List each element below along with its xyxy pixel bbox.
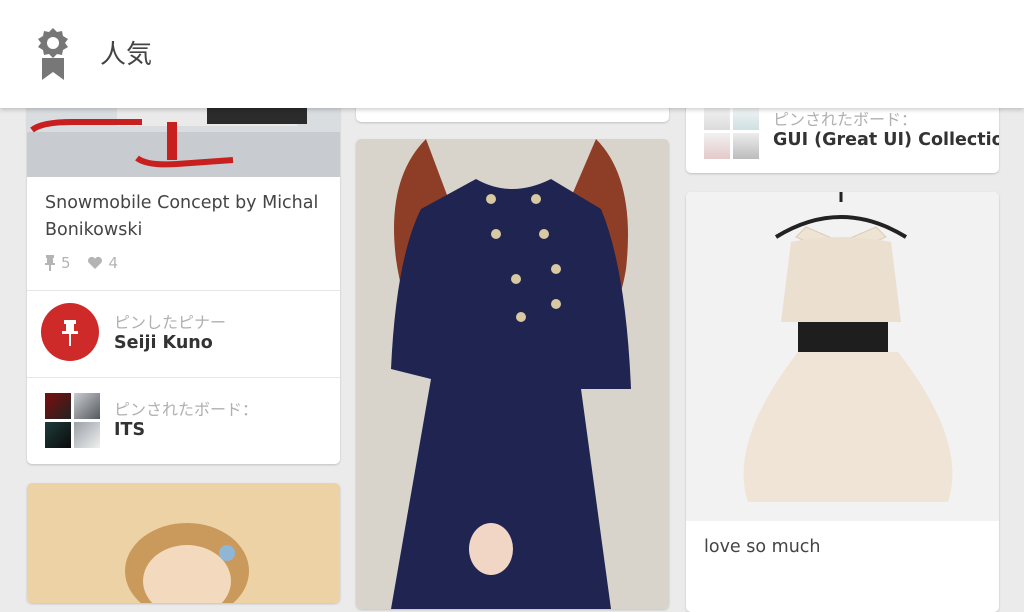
board-thumbnail bbox=[74, 422, 100, 448]
pin-stats: 5 4 bbox=[45, 254, 118, 272]
board-thumbnails[interactable] bbox=[704, 104, 759, 159]
pushpin-icon bbox=[62, 320, 78, 346]
page-title: 人気 bbox=[100, 40, 153, 70]
board-thumbnail bbox=[704, 133, 730, 159]
board-thumbnail bbox=[45, 393, 71, 419]
pin-image[interactable] bbox=[356, 139, 669, 609]
board-label: ピンされたボード： bbox=[773, 110, 918, 129]
repin-count: 5 bbox=[61, 254, 71, 272]
top-bar: 人気 bbox=[0, 0, 1024, 108]
board-thumbnail bbox=[45, 422, 71, 448]
board-name[interactable]: ITS bbox=[114, 420, 145, 440]
pin-icon bbox=[45, 255, 55, 271]
board-thumbnails[interactable] bbox=[45, 393, 100, 448]
pin-description: love so much bbox=[704, 537, 821, 557]
pin-image[interactable] bbox=[27, 483, 340, 603]
pin-card-navy-dress[interactable] bbox=[356, 139, 669, 609]
pin-card-portrait[interactable] bbox=[27, 483, 340, 603]
pinner-avatar[interactable] bbox=[41, 303, 99, 361]
board-label: ピンされたボード： bbox=[114, 400, 259, 419]
pinner-label: ピンしたピナー bbox=[114, 313, 227, 332]
pin-card-white-dress[interactable]: love so much bbox=[686, 192, 999, 612]
pin-description: Snowmobile Concept by Michal Bonikowski bbox=[45, 193, 319, 240]
pin-image[interactable] bbox=[686, 192, 999, 521]
heart-icon bbox=[87, 256, 102, 269]
divider bbox=[27, 290, 340, 291]
board-name[interactable]: GUI (Great UI) Collection bbox=[773, 130, 999, 150]
pin-card-snowmobile[interactable]: Snowmobile Concept by Michal Bonikowski … bbox=[27, 60, 340, 464]
like-count: 4 bbox=[108, 254, 119, 272]
divider bbox=[27, 377, 340, 378]
pinner-name[interactable]: Seiji Kuno bbox=[114, 333, 213, 353]
board-thumbnail bbox=[733, 133, 759, 159]
board-thumbnail bbox=[74, 393, 100, 419]
badge-icon bbox=[38, 28, 68, 80]
